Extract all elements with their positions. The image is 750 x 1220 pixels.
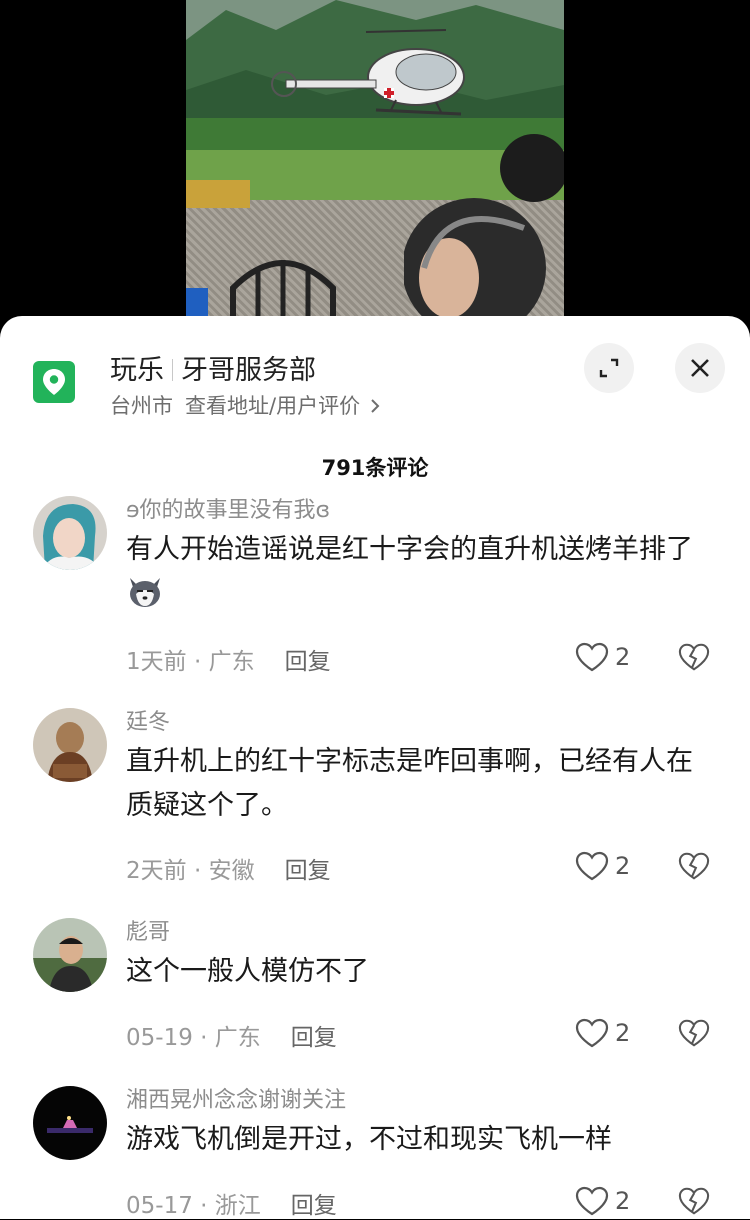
- helicopter-image: [271, 29, 465, 116]
- dislike-button[interactable]: [678, 642, 710, 676]
- husky-face-emoji-icon: [130, 578, 160, 607]
- heart-icon: [575, 851, 609, 881]
- comment-time: 2天前: [126, 858, 187, 884]
- comments-sheet: 玩乐牙哥服务部 台州市查看地址/用户评价 791条评论 ɘ你的故事里没有我ɞ: [0, 316, 750, 1219]
- expand-icon: [599, 358, 619, 378]
- location-category: 玩乐: [110, 355, 164, 386]
- broken-heart-icon: [678, 852, 710, 880]
- dislike-button[interactable]: [678, 851, 710, 885]
- comment-text: 游戏飞机倒是开过，不过和现实飞机一样: [126, 1124, 612, 1155]
- close-button[interactable]: [675, 343, 725, 393]
- comment-time: 1天前: [126, 649, 187, 675]
- comment-text: 直升机上的红十字标志是咋回事啊，已经有人在质疑这个了。: [126, 746, 693, 821]
- heart-icon: [575, 642, 609, 672]
- broken-heart-icon: [678, 1019, 710, 1047]
- avatar[interactable]: [33, 1086, 107, 1160]
- like-count: 2: [615, 643, 631, 671]
- avatar[interactable]: [33, 496, 107, 570]
- comments-count: 791条评论: [321, 456, 429, 480]
- video-people-foreground: [404, 134, 564, 330]
- heart-icon: [575, 1186, 609, 1216]
- expand-button[interactable]: [584, 343, 634, 393]
- comment-region: 安徽: [208, 858, 255, 884]
- comment-region: 广东: [208, 649, 255, 675]
- reply-button[interactable]: 回复: [285, 858, 331, 884]
- chevron-right-icon: [371, 399, 380, 413]
- location-subline[interactable]: 台州市 查看地址/用户评价: [110, 390, 380, 420]
- comment-username[interactable]: ɘ你的故事里没有我ɞ: [126, 492, 330, 524]
- reply-button[interactable]: 回复: [291, 1193, 337, 1219]
- meta-dot: ·: [192, 1193, 215, 1219]
- location-title[interactable]: 玩乐 牙哥服务部: [110, 348, 316, 387]
- like-count: 2: [615, 1019, 631, 1047]
- location-pin-icon[interactable]: [33, 361, 75, 403]
- heart-icon: [575, 1018, 609, 1048]
- comment-meta: 2天前 · 安徽 回复: [126, 851, 331, 885]
- comment-text: 有人开始造谣说是红十字会的直升机送烤羊排了: [126, 528, 706, 616]
- like-button[interactable]: 2: [575, 642, 630, 672]
- comment-text-body: 有人开始造谣说是红十字会的直升机送烤羊排了: [126, 534, 693, 565]
- comment-meta: 05-19 · 广东 回复: [126, 1018, 337, 1052]
- comment-text: 这个一般人模仿不了: [126, 956, 369, 987]
- video-player[interactable]: [186, 0, 564, 330]
- comment-username[interactable]: 彪哥: [126, 914, 170, 946]
- meta-dot: ·: [192, 1025, 215, 1051]
- comment-time: 05-19: [126, 1025, 193, 1051]
- avatar[interactable]: [33, 708, 107, 782]
- video-mats: [186, 180, 250, 208]
- location-detail-link[interactable]: 查看地址/用户评价: [185, 394, 360, 418]
- comment-region: 浙江: [214, 1193, 261, 1219]
- dislike-button[interactable]: [678, 1186, 710, 1220]
- comment-meta: 05-17 · 浙江 回复: [126, 1186, 337, 1220]
- comment-time: 05-17: [126, 1193, 193, 1219]
- reply-button[interactable]: 回复: [285, 649, 331, 675]
- like-count: 2: [615, 1187, 631, 1215]
- location-name: 牙哥服务部: [181, 355, 316, 386]
- meta-dot: ·: [186, 858, 209, 884]
- comment-meta: 1天前 · 广东 回复: [126, 642, 331, 676]
- reply-button[interactable]: 回复: [291, 1025, 337, 1051]
- comment-username[interactable]: 湘西晃州念念谢谢关注: [126, 1082, 346, 1114]
- like-button[interactable]: 2: [575, 851, 630, 881]
- avatar[interactable]: [33, 918, 107, 992]
- close-icon: [691, 359, 709, 377]
- broken-heart-icon: [678, 1187, 710, 1215]
- video-blue-bucket: [186, 288, 208, 318]
- location-city: 台州市: [110, 394, 173, 418]
- comment-region: 广东: [214, 1025, 261, 1051]
- like-button[interactable]: 2: [575, 1186, 630, 1216]
- broken-heart-icon: [678, 643, 710, 671]
- meta-dot: ·: [186, 649, 209, 675]
- dislike-button[interactable]: [678, 1018, 710, 1052]
- like-button[interactable]: 2: [575, 1018, 630, 1048]
- comment-username[interactable]: 廷冬: [126, 704, 170, 736]
- title-divider: [172, 359, 173, 381]
- like-count: 2: [615, 852, 631, 880]
